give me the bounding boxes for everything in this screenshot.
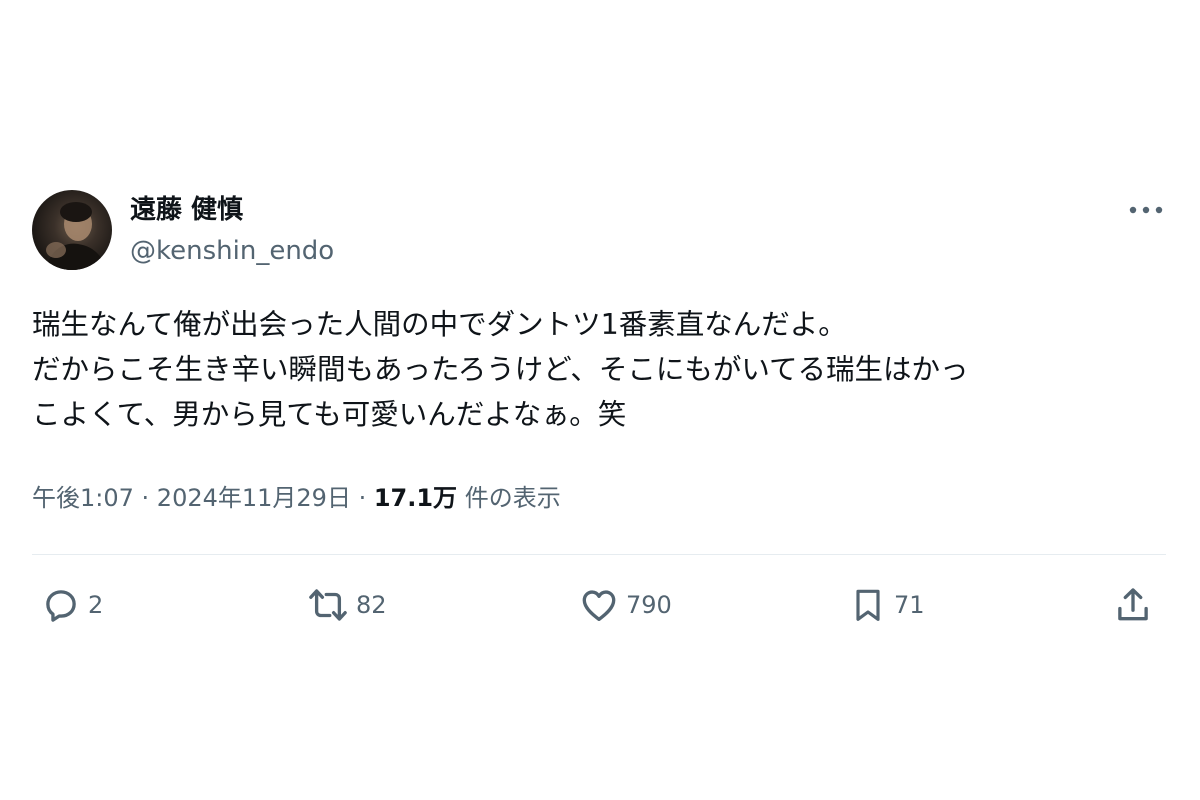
tweet-text-line: だからこそ生き辛い瞬間もあったろうけど、そこにもがいてる瑞生はかっ	[32, 353, 969, 386]
bookmark-count: 71	[894, 591, 925, 619]
tweet-meta: 午後1:07 · 2024年11月29日 · 17.1万 件の表示	[32, 480, 561, 516]
views-count: 17.1万	[373, 484, 458, 512]
meta-separator: ·	[350, 484, 374, 512]
action-bar: 2 82 790 71	[0, 580, 1200, 630]
like-count: 790	[626, 591, 672, 619]
author-handle[interactable]: @kenshin_endo	[130, 234, 334, 268]
tweet-time[interactable]: 午後1:07	[32, 484, 134, 512]
meta-separator: ·	[133, 484, 157, 512]
avatar-photo-icon	[46, 202, 106, 270]
tweet-text-line: こよくて、男から見ても可愛いんだよなぁ。笑	[32, 398, 627, 431]
like-button[interactable]: 790	[578, 580, 672, 630]
heart-icon	[582, 590, 616, 622]
more-dots-icon	[1129, 206, 1163, 214]
more-options-button[interactable]	[1122, 196, 1170, 224]
views-label: 件の表示	[457, 484, 561, 512]
author-display-name[interactable]: 遠藤 健慎	[130, 193, 243, 227]
divider	[32, 554, 1166, 555]
reply-button[interactable]: 2	[40, 580, 103, 630]
author-avatar[interactable]	[32, 190, 112, 270]
tweet-text: 瑞生なんて俺が出会った人間の中でダントツ1番素直なんだよ。 だからこそ生き辛い瞬…	[32, 302, 1172, 437]
reply-count: 2	[88, 591, 104, 619]
bookmark-button[interactable]: 71	[848, 580, 925, 630]
retweet-count: 82	[356, 591, 387, 619]
share-icon	[1118, 588, 1148, 621]
reply-icon	[46, 590, 76, 622]
share-button[interactable]	[1112, 580, 1154, 630]
retweet-icon	[309, 589, 347, 621]
tweet-card: 遠藤 健慎 @kenshin_endo 瑞生なんて俺が出会った人間の中でダントツ…	[0, 0, 1200, 800]
tweet-date[interactable]: 2024年11月29日	[157, 484, 351, 512]
retweet-button[interactable]: 82	[306, 580, 387, 630]
bookmark-icon	[856, 589, 880, 621]
tweet-text-line: 瑞生なんて俺が出会った人間の中でダントツ1番素直なんだよ。	[32, 308, 847, 341]
